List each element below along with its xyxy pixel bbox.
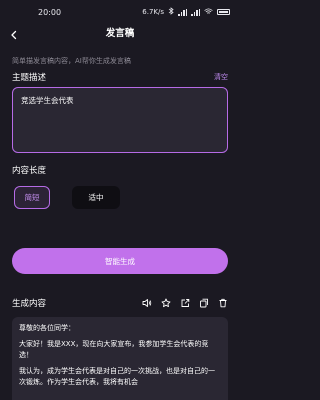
speaker-icon[interactable] xyxy=(142,298,152,308)
length-header: 内容长度 xyxy=(12,164,228,176)
network-speed: 6.7K/s xyxy=(142,8,164,16)
topic-input[interactable]: 竞选学生会代表 xyxy=(12,87,228,153)
battery-icon xyxy=(217,9,230,15)
status-time: 20:00 xyxy=(38,7,62,17)
status-icons: 6.7K/s xyxy=(142,7,230,17)
length-title: 内容长度 xyxy=(12,166,47,176)
signal-icon xyxy=(178,8,187,16)
star-icon[interactable] xyxy=(161,298,171,308)
result-paragraph: 大家好！我是XXX，现在向大家宣布，我参加学生会代表的竞选！ xyxy=(19,340,209,359)
result-content[interactable]: 尊敬的各位同学： 大家好！我是XXX，现在向大家宣布，我参加学生会代表的竞选！ … xyxy=(12,317,228,400)
result-paragraph: 尊敬的各位同学： xyxy=(19,324,75,332)
generate-button[interactable]: 智能生成 xyxy=(12,248,228,274)
result-toolbar xyxy=(142,298,228,308)
wifi-icon xyxy=(204,7,213,17)
bluetooth-icon xyxy=(168,7,174,17)
delete-icon[interactable] xyxy=(218,298,228,308)
hint-text: 简单描发言稿内容，AI帮你生成发言稿 xyxy=(12,57,131,65)
result-title: 生成内容 xyxy=(12,299,47,309)
result-paragraph: 我认为，成为学生会代表是对自己的一次挑战，也是对自己的一次锻炼。作为学生会代表，… xyxy=(19,367,215,386)
nav-bar: 发言稿 xyxy=(0,24,240,40)
topic-title: 主题描述 xyxy=(12,73,47,83)
share-icon[interactable] xyxy=(180,298,190,308)
copy-icon[interactable] xyxy=(199,298,209,308)
clear-button[interactable]: 清空 xyxy=(214,72,228,82)
length-option-medium[interactable]: 适中 xyxy=(72,186,120,209)
topic-header: 主题描述 清空 xyxy=(12,71,228,83)
result-header: 生成内容 xyxy=(12,296,228,310)
chevron-left-icon[interactable] xyxy=(8,26,20,40)
page-title: 发言稿 xyxy=(105,28,135,39)
status-bar: 20:00 6.7K/s xyxy=(0,0,240,24)
length-option-short[interactable]: 简短 xyxy=(14,186,50,209)
signal-icon xyxy=(191,8,200,16)
